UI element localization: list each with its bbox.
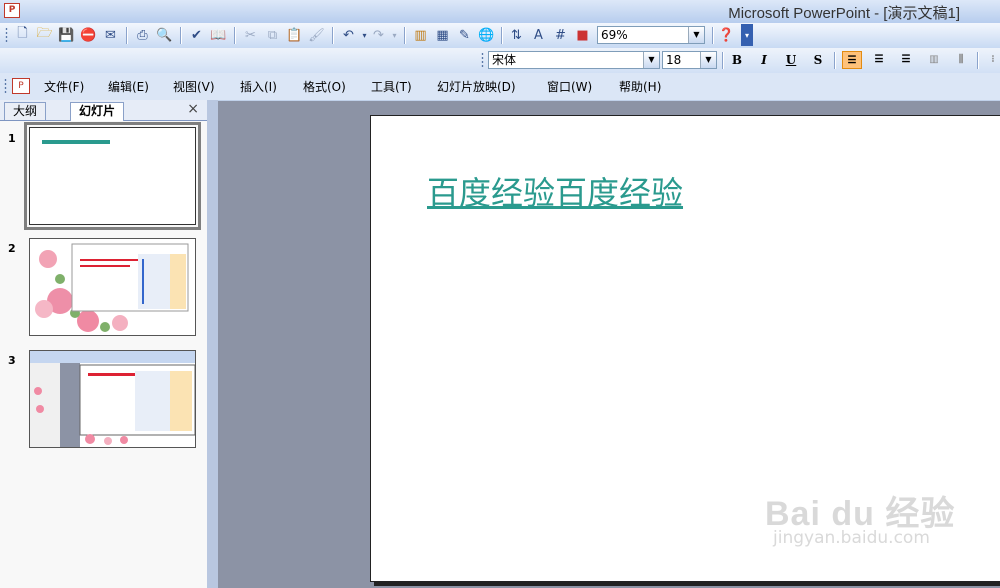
toolbar-options-icon[interactable]: ▾ (741, 24, 753, 46)
text-direction-icon[interactable]: ⫼ (951, 51, 971, 69)
menu-grip[interactable] (4, 78, 7, 95)
bold-button[interactable]: B (727, 51, 747, 69)
numbering-icon[interactable]: ⁝ (983, 51, 1000, 69)
title-bar: P Microsoft PowerPoint - [演示文稿1] (0, 0, 1000, 23)
permission-icon[interactable]: ⛔ (79, 26, 98, 44)
tab-outline[interactable]: 大纲 (4, 102, 47, 120)
open-folder-icon[interactable]: 🗁 (35, 26, 54, 44)
slides-pane: 大纲 幻灯片 × 1 2 3 (0, 100, 207, 588)
tab-slides[interactable]: 幻灯片 (70, 102, 125, 121)
expand-all-icon[interactable]: ⇅ (507, 26, 526, 44)
document-menu-icon[interactable]: P (12, 78, 30, 94)
menu-window[interactable]: 窗口(W) (547, 78, 592, 95)
new-file-icon[interactable]: 🗋 (13, 26, 32, 44)
menu-slideshow[interactable]: 幻灯片放映(D) (437, 78, 516, 95)
formatting-toolbar: 宋体 ▼ 18 ▼ B I U S ☰ ☰ ☰ ▥ ⫼ ⁝ (0, 48, 1000, 74)
font-size-dropdown-icon[interactable]: ▼ (700, 52, 716, 68)
align-right-icon[interactable]: ☰ (896, 51, 916, 69)
slide-thumbnail-3[interactable] (29, 350, 196, 448)
font-name-dropdown-icon[interactable]: ▼ (643, 52, 659, 68)
window-title: Microsoft PowerPoint - [演示文稿1] (728, 5, 960, 22)
zoom-combo[interactable]: 69% ▼ (597, 26, 705, 44)
copy-icon[interactable]: ⧉ (263, 26, 282, 44)
print-icon[interactable]: ⎙ (133, 26, 152, 44)
cut-icon[interactable]: ✂ (241, 26, 260, 44)
slide-thumbnail-2[interactable] (29, 238, 196, 336)
menu-tools[interactable]: 工具(T) (371, 78, 412, 95)
print-preview-icon[interactable]: 🔍 (155, 26, 174, 44)
zoom-dropdown-icon[interactable]: ▼ (688, 27, 704, 43)
menu-edit[interactable]: 编辑(E) (108, 78, 149, 95)
italic-button[interactable]: I (754, 51, 774, 69)
align-center-icon[interactable]: ☰ (869, 51, 889, 69)
color-grayscale-icon[interactable]: ■ (573, 26, 592, 44)
align-left-icon[interactable]: ☰ (842, 51, 862, 69)
font-size-combo[interactable]: 18 ▼ (662, 51, 717, 69)
font-size-value: 18 (666, 53, 682, 67)
pane-tabs: 大纲 幻灯片 × (0, 100, 207, 121)
baidu-watermark: Bai du 经验 jingyan.baidu.com (765, 486, 955, 548)
show-formatting-icon[interactable]: A (529, 26, 548, 44)
powerpoint-app-icon[interactable]: P (4, 3, 20, 18)
insert-chart-icon[interactable]: ▥ (411, 26, 430, 44)
standard-toolbar: 🗋 🗁 💾 ⛔ ✉ ⎙ 🔍 ✔ 📖 ✂ ⧉ 📋 🖌 ↶ ▾ ↷ ▾ ▥ ▦ ✎ … (0, 23, 1000, 49)
menu-format[interactable]: 格式(O) (303, 78, 346, 95)
menu-file[interactable]: 文件(F) (44, 78, 84, 95)
menu-view[interactable]: 视图(V) (173, 78, 215, 95)
toolbar-grip[interactable] (481, 52, 484, 69)
thumbnail-title-line (42, 140, 110, 144)
menu-insert[interactable]: 插入(I) (240, 78, 277, 95)
screenshot-picture-thumbnail (30, 351, 195, 447)
pane-splitter[interactable] (207, 100, 218, 588)
slide-number: 3 (8, 354, 16, 367)
help-icon[interactable]: ❓ (717, 26, 736, 44)
research-icon[interactable]: 📖 (209, 26, 228, 44)
menu-bar: P 文件(F) 编辑(E) 视图(V) 插入(I) 格式(O) 工具(T) 幻灯… (0, 73, 1000, 101)
font-name-value: 宋体 (492, 53, 517, 67)
slide-number: 1 (8, 132, 16, 145)
distributed-icon[interactable]: ▥ (924, 51, 944, 69)
pane-close-icon[interactable]: × (187, 101, 199, 117)
slide-thumbnail-1[interactable] (24, 122, 201, 230)
save-icon[interactable]: 💾 (57, 26, 76, 44)
show-grid-icon[interactable]: # (551, 26, 570, 44)
spelling-icon[interactable]: ✔ (187, 26, 206, 44)
underline-button[interactable]: U (781, 51, 801, 69)
toolbar-grip[interactable] (5, 27, 8, 44)
shadow-button[interactable]: S (808, 51, 828, 69)
format-painter-icon[interactable]: 🖌 (307, 26, 326, 44)
insert-hyperlink-icon[interactable]: 🌐 (477, 26, 496, 44)
slide-title[interactable]: 百度经验百度经验 (427, 168, 683, 214)
tables-borders-icon[interactable]: ✎ (455, 26, 474, 44)
font-name-combo[interactable]: 宋体 ▼ (488, 51, 660, 69)
zoom-value: 69% (601, 28, 628, 42)
slide-number: 2 (8, 242, 16, 255)
paste-icon[interactable]: 📋 (285, 26, 304, 44)
watermark-url: jingyan.baidu.com (773, 528, 930, 548)
email-icon[interactable]: ✉ (101, 26, 120, 44)
insert-table-icon[interactable]: ▦ (433, 26, 452, 44)
redo-dropdown-icon[interactable]: ▾ (385, 26, 404, 44)
menu-help[interactable]: 帮助(H) (619, 78, 661, 95)
flower-picture-thumbnail (35, 243, 189, 332)
